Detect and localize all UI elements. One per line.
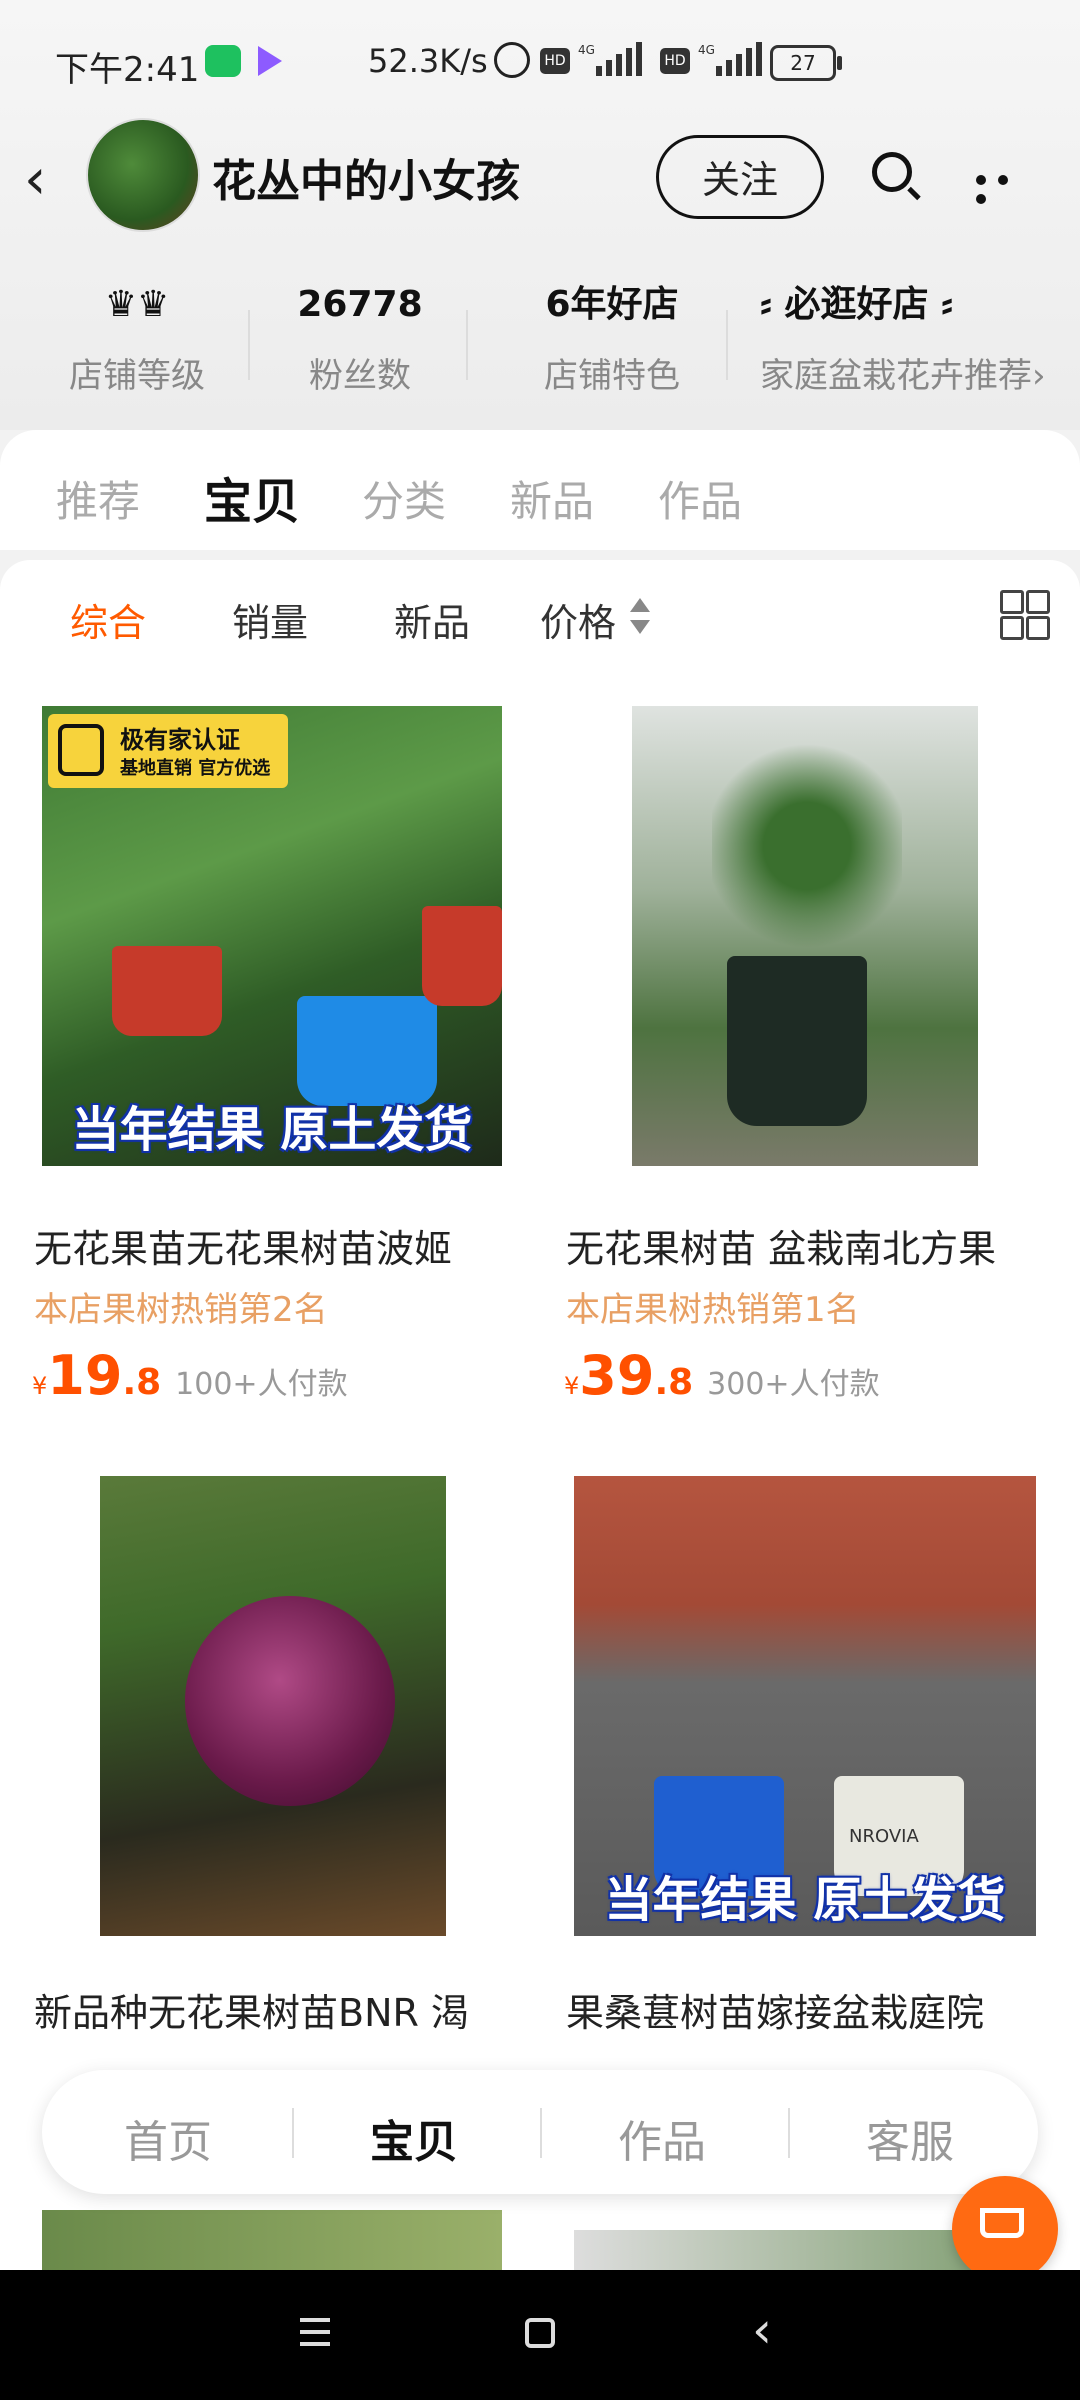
image-overlay-text: 当年结果 原土发货 bbox=[71, 1102, 473, 1158]
tab-new[interactable]: 新品 bbox=[510, 468, 594, 529]
must-shop-badge: ⸗ 必逛好店 ⸗ bbox=[760, 284, 954, 325]
product-rank-2: 本店果树热销第1名 bbox=[566, 1290, 860, 1330]
stat-divider bbox=[726, 310, 728, 380]
stat-fans[interactable]: 26778 粉丝数 bbox=[290, 280, 430, 397]
status-time: 下午2:41 bbox=[55, 50, 200, 90]
hd-icon-2: HD bbox=[660, 48, 690, 74]
home-icon[interactable] bbox=[525, 2318, 555, 2348]
menu-icon[interactable] bbox=[300, 2318, 336, 2348]
cart-button[interactable] bbox=[952, 2176, 1058, 2282]
signal-icon-2: 4G bbox=[698, 42, 762, 76]
stat-shop-feature[interactable]: 6年好店 店铺特色 bbox=[532, 280, 692, 397]
product-image-3[interactable] bbox=[100, 1476, 446, 1936]
filter-new[interactable]: 新品 bbox=[394, 592, 470, 647]
back-arrow-icon[interactable]: ‹ bbox=[24, 150, 74, 210]
svg-text:4G: 4G bbox=[578, 43, 595, 57]
filter-price[interactable]: 价格 bbox=[540, 592, 616, 647]
tab-products[interactable]: 宝贝 bbox=[204, 462, 300, 532]
pot-shape bbox=[422, 906, 502, 1006]
bottom-tab-works[interactable]: 作品 bbox=[618, 2106, 706, 2170]
video-app-icon bbox=[258, 46, 282, 76]
wechat-icon bbox=[205, 45, 241, 77]
more-icon[interactable] bbox=[976, 170, 1036, 204]
certified-badge: 极有家认证 基地直销 官方优选 bbox=[48, 714, 288, 788]
tab-works[interactable]: 作品 bbox=[658, 468, 742, 529]
bottom-tab-divider bbox=[292, 2108, 294, 2158]
tab-categories[interactable]: 分类 bbox=[362, 468, 446, 529]
product-title-2[interactable]: 无花果树苗 盆栽南北方果 bbox=[566, 1218, 1066, 1273]
product-title-4[interactable]: 果桑葚树苗嫁接盆栽庭院 bbox=[566, 1982, 1066, 2037]
filter-sales[interactable]: 销量 bbox=[232, 592, 308, 647]
battery-icon: 27 bbox=[770, 45, 842, 81]
search-icon[interactable] bbox=[872, 152, 912, 192]
product-price-1: ¥19.8 100+人付款 bbox=[32, 1344, 348, 1407]
stat-shop-level[interactable]: ♛♛ 店铺等级 bbox=[62, 280, 212, 397]
leaf-shape bbox=[712, 736, 902, 956]
product-title-3[interactable]: 新品种无花果树苗BNR 渴 bbox=[34, 1982, 534, 2037]
product-price-2: ¥39.8 300+人付款 bbox=[564, 1344, 880, 1407]
shop-name[interactable]: 花丛中的小女孩 bbox=[212, 145, 520, 209]
stat-divider bbox=[248, 310, 250, 380]
fig-fruit-shape bbox=[185, 1596, 395, 1806]
back-nav-icon[interactable]: ‹ bbox=[752, 2305, 772, 2355]
product-title-1[interactable]: 无花果苗无花果树苗波姬 bbox=[34, 1218, 534, 1273]
status-bar: 下午2:41 52.3K/s HD 4G HD 4G 27 bbox=[0, 0, 1080, 120]
product-image-2[interactable] bbox=[632, 706, 978, 1166]
bottom-tab-home[interactable]: 首页 bbox=[124, 2106, 212, 2170]
filter-overall[interactable]: 综合 bbox=[70, 592, 146, 647]
shop-avatar[interactable] bbox=[86, 118, 200, 232]
product-rank-1: 本店果树热销第2名 bbox=[34, 1290, 328, 1330]
stat-label: 店铺等级 bbox=[69, 356, 205, 396]
grid-view-icon[interactable] bbox=[1000, 590, 1050, 640]
alarm-icon bbox=[494, 42, 530, 78]
stat-divider bbox=[466, 310, 468, 380]
product-image-4[interactable]: NROVIA 当年结果 原土发货 bbox=[574, 1476, 1036, 1936]
signal-icon: 4G bbox=[578, 42, 642, 76]
pot-label: NROVIA bbox=[849, 1826, 919, 1847]
follow-button[interactable]: 关注 bbox=[656, 135, 824, 219]
svg-text:4G: 4G bbox=[698, 43, 715, 57]
pot-shape bbox=[727, 956, 867, 1126]
pot-shape bbox=[112, 946, 222, 1036]
stat-label: 家庭盆栽花卉推荐› bbox=[760, 356, 1046, 396]
home-logo-icon bbox=[58, 724, 104, 776]
cart-icon bbox=[980, 2208, 1024, 2238]
hd-icon: HD bbox=[540, 48, 570, 74]
stat-recommend[interactable]: ⸗ 必逛好店 ⸗ 家庭盆栽花卉推荐› bbox=[760, 280, 1070, 397]
bottom-tab-products[interactable]: 宝贝 bbox=[370, 2106, 458, 2170]
product-image-5[interactable] bbox=[42, 2210, 502, 2270]
sort-arrows-icon[interactable] bbox=[630, 598, 650, 638]
stat-label: 店铺特色 bbox=[544, 356, 680, 396]
bottom-tab-service[interactable]: 客服 bbox=[866, 2106, 954, 2170]
product-image-1[interactable]: 极有家认证 基地直销 官方优选 当年结果 原土发货 bbox=[42, 706, 502, 1166]
crown-icon: ♛♛ bbox=[104, 284, 170, 325]
tab-recommend[interactable]: 推荐 bbox=[56, 468, 140, 529]
stat-value: 26778 bbox=[297, 284, 423, 325]
image-overlay-text: 当年结果 原土发货 bbox=[604, 1872, 1006, 1928]
network-speed: 52.3K/s bbox=[368, 42, 488, 80]
bottom-tab-divider bbox=[788, 2108, 790, 2158]
stat-label: 粉丝数 bbox=[309, 356, 411, 396]
bottom-tab-divider bbox=[540, 2108, 542, 2158]
stat-value: 6年好店 bbox=[545, 284, 679, 325]
